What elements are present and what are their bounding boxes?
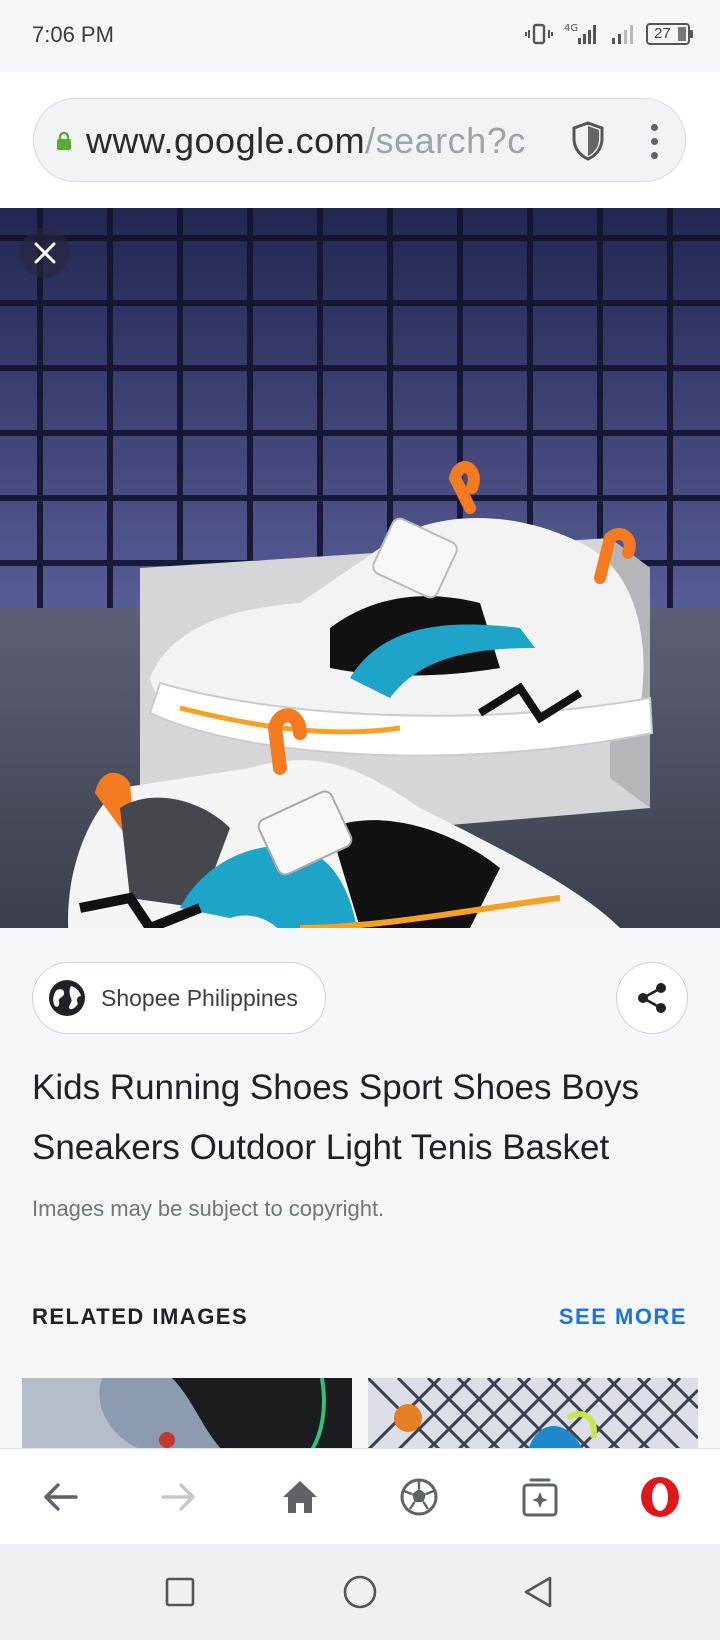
battery-icon: 27 — [646, 23, 693, 45]
signal-icon — [612, 25, 633, 44]
status-time: 7:06 PM — [32, 22, 114, 47]
system-nav-bar — [0, 1544, 720, 1640]
signal-4g-icon: 4G — [564, 23, 596, 44]
browser-bottom-bar — [0, 1448, 720, 1544]
home-circle-icon[interactable] — [338, 1570, 382, 1614]
url-path: /search?c — [365, 120, 526, 161]
battery-level: 27 — [654, 25, 671, 42]
url-host: www.google.com — [86, 120, 366, 161]
related-images-heading: RELATED IMAGES — [32, 1304, 249, 1329]
close-icon[interactable] — [20, 228, 70, 278]
result-title[interactable]: Kids Running Shoes Sport Shoes Boys Snea… — [32, 1058, 692, 1178]
soccer-ball-icon[interactable] — [393, 1471, 445, 1523]
related-thumbnail[interactable] — [368, 1378, 698, 1450]
opera-icon[interactable] — [634, 1471, 686, 1523]
back-icon[interactable] — [34, 1471, 86, 1523]
more-vert-icon[interactable] — [634, 117, 674, 165]
tabs-icon[interactable] — [514, 1471, 566, 1523]
result-image[interactable] — [0, 208, 720, 928]
lock-icon — [57, 131, 71, 150]
copyright-note: Images may be subject to copyright. — [32, 1196, 385, 1221]
forward-icon[interactable] — [153, 1471, 205, 1523]
home-icon[interactable] — [274, 1471, 326, 1523]
related-thumbnail[interactable] — [22, 1378, 352, 1450]
globe-icon — [49, 980, 85, 1016]
status-bar: 7:06 PM 4G 27 — [0, 0, 720, 72]
address-bar[interactable]: www.google.com/search?c — [33, 98, 686, 182]
vibrate-icon — [525, 23, 553, 45]
recents-icon[interactable] — [158, 1570, 202, 1614]
see-more-link[interactable]: SEE MORE — [559, 1304, 687, 1330]
sneakers-image — [0, 208, 720, 928]
back-triangle-icon[interactable] — [516, 1570, 560, 1614]
share-icon[interactable] — [616, 962, 688, 1034]
shield-icon[interactable] — [564, 117, 612, 165]
source-name: Shopee Philippines — [101, 984, 298, 1011]
browser-toolbar: www.google.com/search?c — [0, 72, 720, 208]
url-text[interactable]: www.google.com/search?c — [86, 120, 566, 162]
status-icons: 4G 27 — [524, 22, 693, 46]
network-type-text: 4G — [564, 23, 578, 34]
source-chip[interactable]: Shopee Philippines — [32, 962, 326, 1034]
